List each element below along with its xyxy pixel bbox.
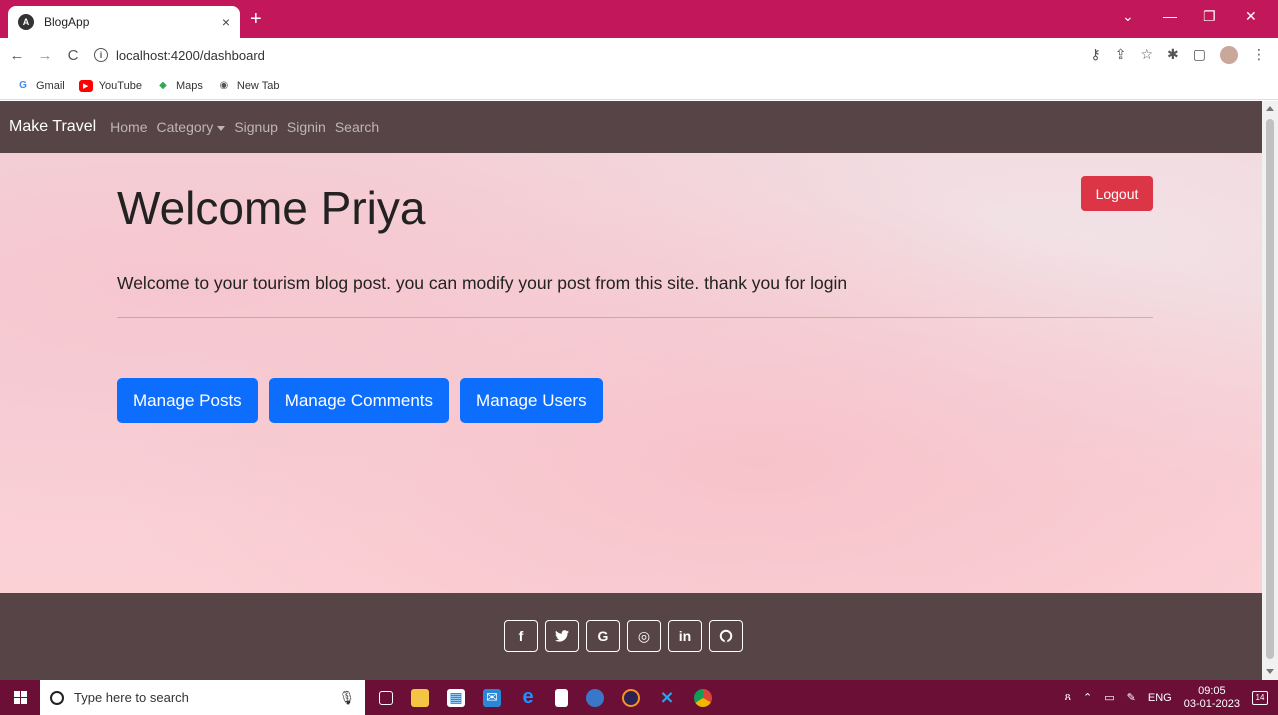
nav-category-label: Category	[156, 119, 214, 135]
address-bar: ← → C i localhost:4200/dashboard ⚷ ⇪ ☆ ✱…	[0, 38, 1278, 72]
windows-taskbar: Type here to search 🎙 ▦ ✉ e ⨯ ጸ ⌃ ▭ ✎ EN…	[0, 680, 1278, 715]
avatar[interactable]	[1220, 46, 1238, 64]
chevron-up-icon[interactable]: ⌃	[1083, 691, 1092, 704]
bookmark-youtube[interactable]: ▶ YouTube	[78, 79, 142, 92]
dashboard-hero: Welcome Priya Logout Welcome to your tou…	[0, 153, 1262, 593]
browser-actions: ⚷ ⇪ ☆ ✱ ▢ ⋮	[1090, 46, 1266, 64]
welcome-text: Welcome to your tourism blog post. you c…	[117, 273, 848, 293]
google-icon[interactable]: G	[586, 620, 620, 652]
extensions-icon[interactable]: ✱	[1167, 46, 1179, 64]
manage-posts-button[interactable]: Manage Posts	[117, 378, 258, 423]
sidepanel-icon[interactable]: ▢	[1193, 46, 1206, 64]
youtube-icon: ▶	[78, 79, 93, 92]
bookmark-label: Gmail	[36, 79, 65, 92]
nav-home[interactable]: Home	[110, 119, 147, 135]
caret-down-icon	[217, 125, 226, 131]
mail-icon[interactable]: ✉	[483, 688, 501, 707]
close-window-icon[interactable]: ✕	[1245, 8, 1257, 25]
task-view-icon[interactable]	[379, 690, 393, 705]
bookmark-new-tab[interactable]: ◉ New Tab	[217, 80, 280, 92]
site-footer: f G ◎ in	[0, 593, 1262, 680]
site-navbar: Make Travel Home Category Signup Signin …	[0, 101, 1262, 153]
bookmark-label: Maps	[175, 79, 203, 92]
nav-category[interactable]: Category	[157, 119, 226, 135]
url-text[interactable]: localhost:4200/dashboard	[116, 48, 265, 63]
clock[interactable]: 09:05 03-01-2023	[1184, 685, 1240, 711]
browser-tab-bar: A BlogApp × + ⌄ — ❐ ✕	[0, 0, 1278, 38]
system-tray: ጸ ⌃ ▭ ✎ ENG 09:05 03-01-2023 14	[1065, 680, 1268, 715]
edge-icon[interactable]: e	[519, 686, 537, 708]
brand-link[interactable]: Make Travel	[9, 118, 96, 136]
windows-icon	[13, 691, 27, 704]
manage-users-button[interactable]: Manage Users	[460, 378, 603, 423]
new-tab-button[interactable]: +	[250, 9, 262, 29]
close-tab-icon[interactable]: ×	[222, 14, 230, 30]
file-explorer-icon[interactable]	[411, 688, 429, 707]
menu-icon[interactable]: ⋮	[1252, 46, 1266, 64]
people-icon[interactable]: ጸ	[1065, 691, 1071, 704]
info-icon[interactable]: i	[94, 48, 108, 62]
bookmark-maps[interactable]: ◆ Maps	[156, 80, 203, 92]
linkedin-icon[interactable]: in	[668, 620, 702, 652]
logout-button[interactable]: Logout	[1081, 176, 1153, 211]
google-icon: G	[19, 80, 27, 91]
pen-icon[interactable]: ✎	[1127, 691, 1136, 704]
divider	[117, 317, 1153, 318]
taskbar-search[interactable]: Type here to search 🎙	[40, 680, 365, 715]
nav-signup[interactable]: Signup	[234, 119, 278, 135]
reload-icon[interactable]: C	[62, 47, 84, 64]
clock-date: 03-01-2023	[1183, 697, 1240, 710]
globe-icon: ◉	[219, 80, 229, 91]
scroll-up-icon[interactable]	[1266, 106, 1274, 111]
chrome-icon[interactable]	[694, 688, 712, 707]
github-icon[interactable]	[709, 620, 743, 652]
microphone-icon[interactable]: 🎙	[338, 690, 355, 706]
bookmark-gmail[interactable]: G Gmail	[16, 80, 65, 92]
page-viewport: Make Travel Home Category Signup Signin …	[0, 101, 1262, 680]
facebook-icon[interactable]: f	[504, 620, 538, 652]
twitter-icon[interactable]	[545, 620, 579, 652]
action-buttons: Manage Posts Manage Comments Manage User…	[117, 378, 603, 423]
bookmarks-bar: G Gmail ▶ YouTube ◆ Maps ◉ New Tab	[0, 72, 1278, 100]
forward-icon[interactable]: →	[34, 47, 56, 64]
notification-icon[interactable]: 14	[1252, 690, 1268, 705]
page-title: Welcome Priya	[117, 182, 426, 234]
vscode-icon[interactable]: ⨯	[658, 687, 676, 707]
page-scrollbar[interactable]	[1262, 101, 1278, 680]
search-placeholder: Type here to search	[74, 690, 189, 705]
maps-icon: ◆	[159, 80, 167, 91]
url-field[interactable]: i localhost:4200/dashboard	[94, 48, 265, 63]
bookmark-label: New Tab	[236, 79, 280, 92]
browser-tab[interactable]: A BlogApp ×	[8, 6, 240, 38]
back-icon[interactable]: ←	[6, 47, 28, 64]
battery-icon[interactable]: ▭	[1104, 691, 1114, 704]
restore-icon[interactable]: ❐	[1203, 8, 1216, 25]
bookmark-label: YouTube	[98, 79, 142, 92]
chevron-down-icon[interactable]: ⌄	[1122, 8, 1134, 25]
search-icon	[50, 690, 64, 705]
nav-signin[interactable]: Signin	[287, 119, 326, 135]
star-icon[interactable]: ☆	[1140, 46, 1153, 64]
minimize-icon[interactable]: —	[1163, 8, 1177, 24]
tab-title: BlogApp	[44, 15, 90, 29]
notepad-icon[interactable]	[555, 688, 568, 707]
eclipse-icon[interactable]	[622, 688, 640, 707]
store-icon[interactable]: ▦	[447, 688, 465, 707]
instagram-icon[interactable]: ◎	[627, 620, 661, 652]
key-icon[interactable]: ⚷	[1090, 46, 1100, 64]
share-icon[interactable]: ⇪	[1115, 46, 1127, 64]
social-links: f G ◎ in	[504, 620, 743, 652]
manage-comments-button[interactable]: Manage Comments	[268, 378, 450, 423]
start-button[interactable]	[0, 680, 40, 715]
pinned-apps: ▦ ✉ e ⨯	[379, 686, 712, 708]
python-icon[interactable]	[586, 688, 604, 707]
clock-time: 09:05	[1198, 684, 1226, 697]
scroll-down-icon[interactable]	[1266, 669, 1274, 674]
language-indicator[interactable]: ENG	[1148, 692, 1172, 704]
scroll-thumb[interactable]	[1266, 119, 1274, 659]
nav-search[interactable]: Search	[335, 119, 379, 135]
angular-icon: A	[18, 14, 34, 30]
